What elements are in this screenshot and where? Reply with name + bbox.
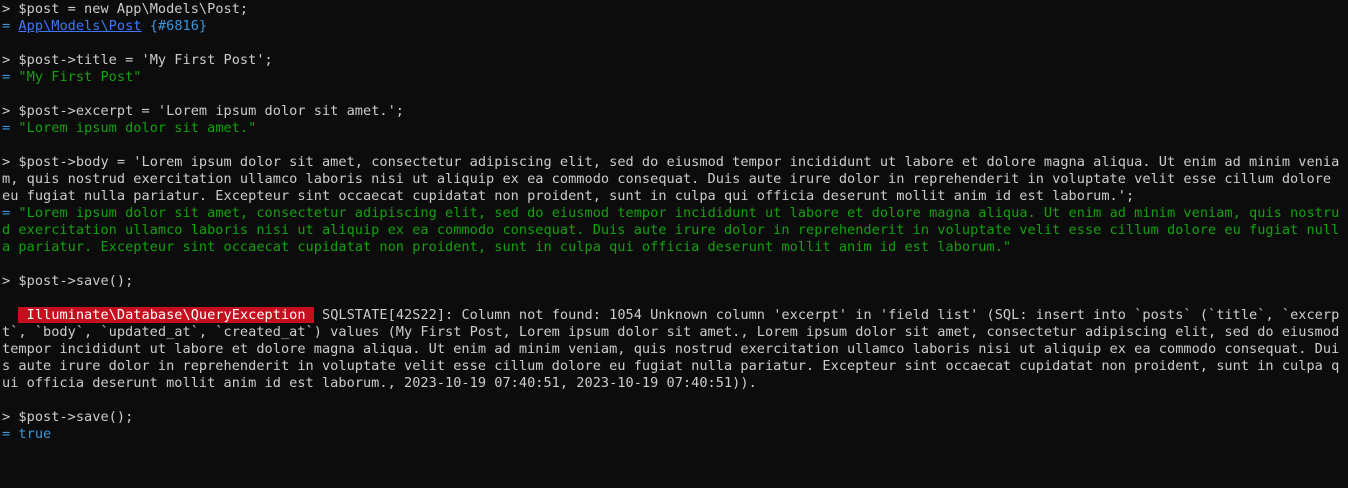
prompt-symbol: > [2, 1, 19, 17]
command-line: > $post->excerpt = 'Lorem ipsum dolor si… [2, 103, 1346, 120]
result-line: = "Lorem ipsum dolor sit amet." [2, 120, 1346, 137]
exception-class-badge: Illuminate\Database\QueryException [18, 307, 314, 323]
result-string: "Lorem ipsum dolor sit amet." [18, 120, 257, 136]
command-text: $post->excerpt = 'Lorem ipsum dolor sit … [18, 103, 405, 119]
result-line: = "My First Post" [2, 69, 1346, 86]
result-symbol: = [2, 426, 19, 442]
result-symbol: = [2, 18, 19, 34]
command-text: $post = new App\Models\Post; [18, 1, 249, 17]
result-symbol: = [2, 69, 19, 85]
command-line: > $post->body = 'Lorem ipsum dolor sit a… [2, 154, 1346, 205]
terminal-window[interactable]: > $post = new App\Models\Post; = App\Mod… [0, 0, 1348, 488]
command-line: > $post = new App\Models\Post; [2, 1, 1346, 18]
result-class-link[interactable]: App\Models\Post [18, 18, 141, 34]
prompt-symbol: > [2, 409, 19, 425]
exception-output: Illuminate\Database\QueryException SQLST… [2, 307, 1346, 392]
result-string: "Lorem ipsum dolor sit amet, consectetur… [2, 205, 1340, 255]
result-boolean: true [18, 426, 52, 442]
prompt-symbol: > [2, 52, 19, 68]
result-symbol: = [2, 120, 19, 136]
command-text: $post->save(); [18, 409, 134, 425]
command-text: $post->body = 'Lorem ipsum dolor sit ame… [2, 154, 1340, 204]
prompt-symbol: > [2, 103, 19, 119]
command-text: $post->title = 'My First Post'; [18, 52, 273, 68]
prompt-symbol: > [2, 154, 19, 170]
result-object-id: {#6816} [149, 18, 208, 34]
command-line: > $post->save(); [2, 409, 1346, 426]
result-symbol: = [2, 205, 19, 221]
result-line: = App\Models\Post {#6816} [2, 18, 1346, 35]
command-line: > $post->save(); [2, 273, 1346, 290]
result-line: = "Lorem ipsum dolor sit amet, consectet… [2, 205, 1346, 256]
command-text: $post->save(); [18, 273, 134, 289]
result-line: = true [2, 426, 1346, 443]
command-line: > $post->title = 'My First Post'; [2, 52, 1346, 69]
result-string: "My First Post" [18, 69, 142, 85]
prompt-symbol: > [2, 273, 19, 289]
